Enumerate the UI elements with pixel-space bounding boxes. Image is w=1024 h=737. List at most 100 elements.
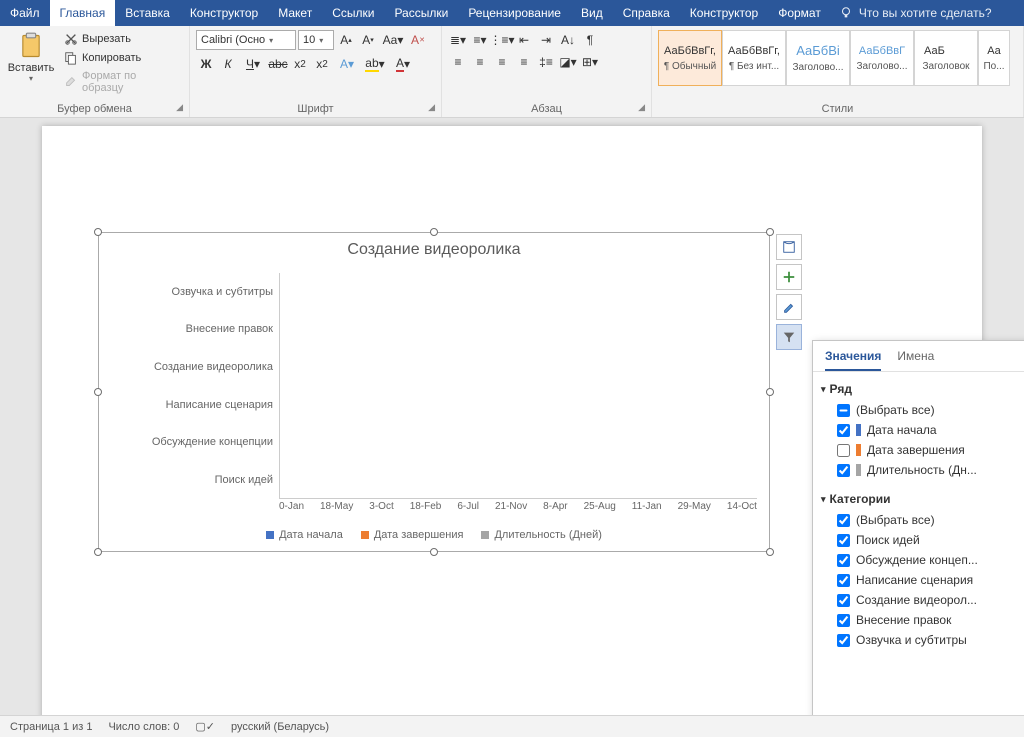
resize-handle[interactable] [94, 548, 102, 556]
filter-section-series[interactable]: ▾Ряд [821, 378, 1024, 400]
filter-checkbox[interactable] [837, 444, 850, 457]
para-launcher[interactable]: ◢ [638, 102, 645, 113]
font-name-combo[interactable]: Calibri (Осно▾ [196, 30, 296, 50]
cut-button[interactable]: Вырезать [60, 30, 183, 48]
tab-chart-format[interactable]: Формат [768, 0, 831, 26]
filter-section-categories[interactable]: ▾Категории [821, 488, 1024, 510]
filter-checkbox[interactable] [837, 464, 850, 477]
borders-button[interactable]: ⊞▾ [580, 52, 600, 72]
layout-options-button[interactable] [776, 234, 802, 260]
style-h2[interactable]: АаБбВвГЗаголово... [850, 30, 914, 86]
proofing-icon[interactable]: ▢✓ [195, 720, 215, 733]
style-subtitle[interactable]: АаПо... [978, 30, 1010, 86]
resize-handle[interactable] [430, 228, 438, 236]
tab-chart-design[interactable]: Конструктор [680, 0, 768, 26]
font-launcher[interactable]: ◢ [428, 102, 435, 113]
font-color-button[interactable]: A▾ [390, 54, 416, 74]
paste-button[interactable]: Вставить ▾ [6, 30, 56, 85]
filter-category-item[interactable]: Написание сценария [821, 570, 1024, 590]
align-center-button[interactable]: ≡ [470, 52, 490, 72]
tab-design[interactable]: Конструктор [180, 0, 268, 26]
resize-handle[interactable] [94, 388, 102, 396]
resize-handle[interactable] [766, 228, 774, 236]
strike-button[interactable]: abc [268, 54, 288, 74]
status-words[interactable]: Число слов: 0 [108, 721, 179, 733]
italic-button[interactable]: К [218, 54, 238, 74]
text-effects-button[interactable]: A▾ [334, 54, 360, 74]
line-spacing-button[interactable]: ‡≡ [536, 52, 556, 72]
style-nospacing[interactable]: АаБбВвГг,¶ Без инт... [722, 30, 786, 86]
chart-filters-button[interactable] [776, 324, 802, 350]
numbering-button[interactable]: ≡▾ [470, 30, 490, 50]
filter-category-item[interactable]: Внесение правок [821, 610, 1024, 630]
tab-insert[interactable]: Вставка [115, 0, 180, 26]
multilevel-button[interactable]: ⋮≡▾ [492, 30, 512, 50]
status-page[interactable]: Страница 1 из 1 [10, 721, 92, 733]
chart-elements-button[interactable] [776, 264, 802, 290]
show-marks-button[interactable]: ¶ [580, 30, 600, 50]
filter-category-item[interactable]: Озвучка и субтитры [821, 630, 1024, 650]
filter-category-item[interactable]: Обсуждение концеп... [821, 550, 1024, 570]
filter-category-item[interactable]: (Выбрать все) [821, 510, 1024, 530]
font-size-combo[interactable]: 10▾ [298, 30, 334, 50]
filter-series-item[interactable]: Дата завершения [821, 440, 1024, 460]
legend-item[interactable]: Дата завершения [361, 529, 464, 541]
chart-plot-area[interactable]: Озвучка и субтитрыВнесение правокСоздани… [151, 273, 757, 499]
superscript-button[interactable]: x2 [312, 54, 332, 74]
increase-indent-button[interactable]: ⇥ [536, 30, 556, 50]
underline-button[interactable]: Ч▾ [240, 54, 266, 74]
filter-checkbox[interactable] [837, 404, 850, 417]
subscript-button[interactable]: x2 [290, 54, 310, 74]
chart-legend[interactable]: Дата начала Дата завершения Длительность… [99, 529, 769, 541]
filter-tab-values[interactable]: Значения [825, 349, 881, 371]
filter-checkbox[interactable] [837, 574, 850, 587]
clear-format-button[interactable]: A✕ [408, 30, 428, 50]
legend-item[interactable]: Длительность (Дней) [481, 529, 601, 541]
tab-file[interactable]: Файл [0, 0, 50, 26]
decrease-indent-button[interactable]: ⇤ [514, 30, 534, 50]
tab-review[interactable]: Рецензирование [458, 0, 571, 26]
filter-series-item[interactable]: (Выбрать все) [821, 400, 1024, 420]
copy-button[interactable]: Копировать [60, 49, 183, 67]
chart-object[interactable]: Создание видеоролика Озвучка и субтитрыВ… [98, 232, 770, 552]
styles-gallery[interactable]: АаБбВвГг,¶ Обычный АаБбВвГг,¶ Без инт...… [658, 30, 1017, 86]
bold-button[interactable]: Ж [196, 54, 216, 74]
tab-layout[interactable]: Макет [268, 0, 322, 26]
tab-references[interactable]: Ссылки [322, 0, 384, 26]
justify-button[interactable]: ≡ [514, 52, 534, 72]
filter-tab-names[interactable]: Имена [897, 349, 934, 371]
style-h1[interactable]: АаБбВіЗаголово... [786, 30, 850, 86]
resize-handle[interactable] [766, 548, 774, 556]
highlight-button[interactable]: ab▾ [362, 54, 388, 74]
legend-item[interactable]: Дата начала [266, 529, 343, 541]
clipboard-launcher[interactable]: ◢ [176, 102, 183, 113]
style-title[interactable]: АаБЗаголовок [914, 30, 978, 86]
resize-handle[interactable] [766, 388, 774, 396]
filter-checkbox[interactable] [837, 514, 850, 527]
resize-handle[interactable] [94, 228, 102, 236]
shrink-font-button[interactable]: A▾ [358, 30, 378, 50]
resize-handle[interactable] [430, 548, 438, 556]
align-right-button[interactable]: ≡ [492, 52, 512, 72]
filter-checkbox[interactable] [837, 614, 850, 627]
filter-checkbox[interactable] [837, 634, 850, 647]
align-left-button[interactable]: ≡ [448, 52, 468, 72]
format-painter-button[interactable]: Формат по образцу [60, 68, 183, 96]
filter-checkbox[interactable] [837, 424, 850, 437]
filter-checkbox[interactable] [837, 594, 850, 607]
shading-button[interactable]: ◪▾ [558, 52, 578, 72]
change-case-button[interactable]: Aa▾ [380, 30, 406, 50]
filter-checkbox[interactable] [837, 534, 850, 547]
style-normal[interactable]: АаБбВвГг,¶ Обычный [658, 30, 722, 86]
chart-title[interactable]: Создание видеоролика [99, 233, 769, 263]
sort-button[interactable]: A↓ [558, 30, 578, 50]
tab-view[interactable]: Вид [571, 0, 613, 26]
filter-series-item[interactable]: Длительность (Дн... [821, 460, 1024, 480]
chart-styles-button[interactable] [776, 294, 802, 320]
tell-me[interactable]: Что вы хотите сделать? [831, 0, 1000, 26]
status-language[interactable]: русский (Беларусь) [231, 721, 329, 733]
tab-mailings[interactable]: Рассылки [384, 0, 458, 26]
tab-help[interactable]: Справка [613, 0, 680, 26]
filter-series-item[interactable]: Дата начала [821, 420, 1024, 440]
bullets-button[interactable]: ≣▾ [448, 30, 468, 50]
